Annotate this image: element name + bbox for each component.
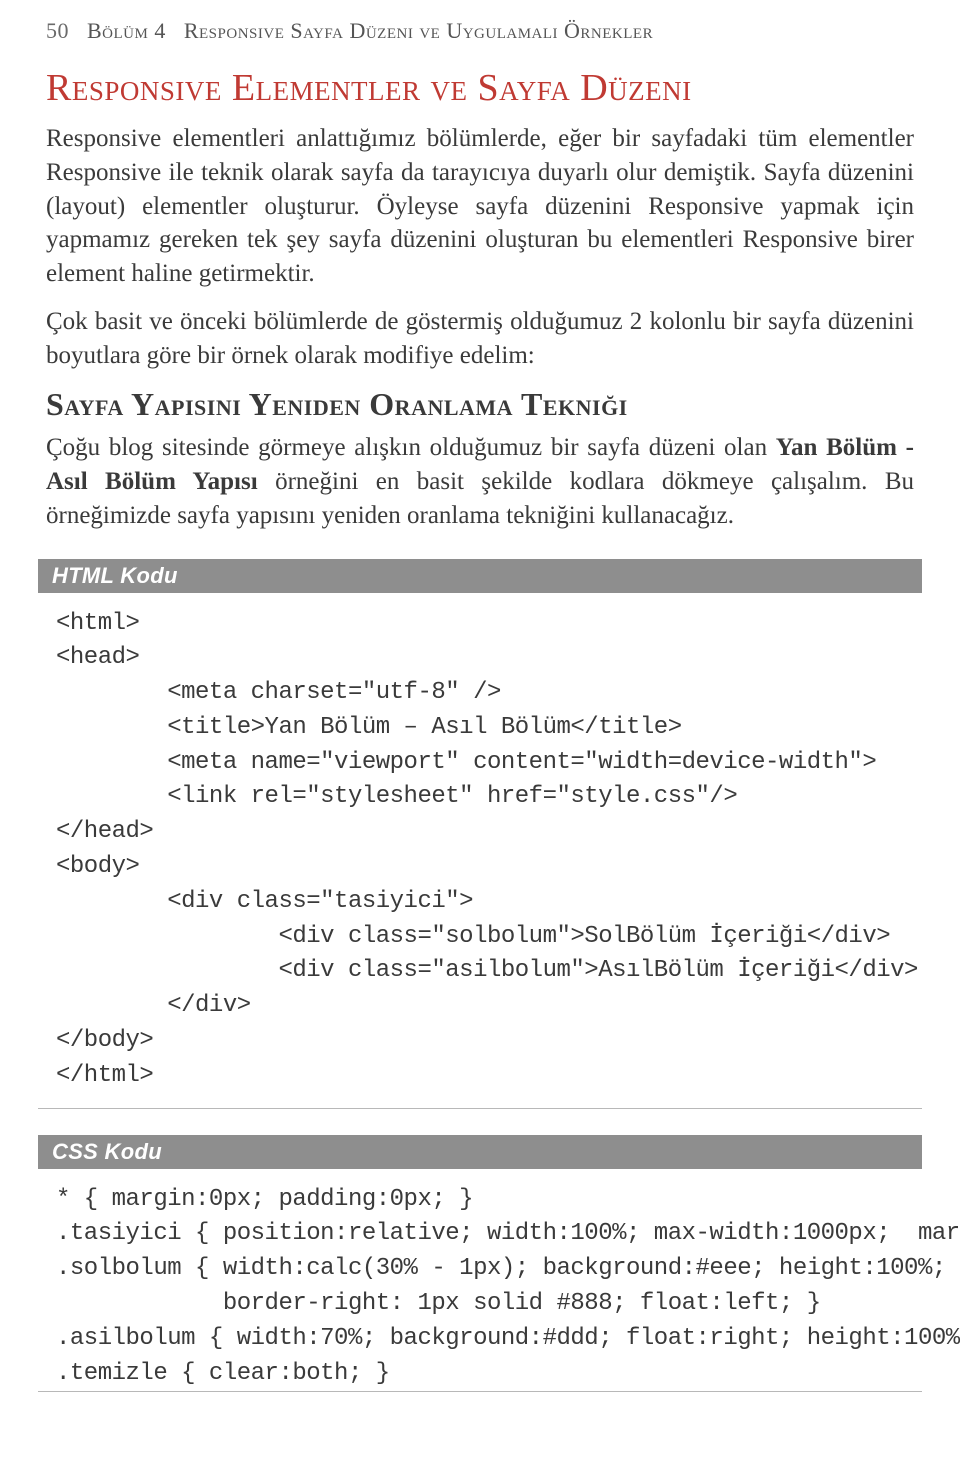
page: 50 Bölüm 4 Responsive Sayfa Düzeni ve Uy… bbox=[0, 0, 960, 1412]
body-text: Çoğu blog sitesinde görmeye alışkın oldu… bbox=[46, 434, 776, 461]
chapter-title: Responsive Sayfa Düzeni ve Uygulamali Ör… bbox=[184, 18, 653, 44]
code-text: * { margin:0px; padding:0px; } .tasiyici… bbox=[56, 1183, 904, 1392]
body-paragraph: Çoğu blog sitesinde görmeye alışkın oldu… bbox=[46, 431, 914, 532]
body-paragraph: Çok basit ve önceki bölümlerde de göster… bbox=[46, 305, 914, 373]
page-number: 50 bbox=[46, 18, 69, 44]
css-code-block: CSS Kodu * { margin:0px; padding:0px; } … bbox=[38, 1135, 922, 1393]
running-header: 50 Bölüm 4 Responsive Sayfa Düzeni ve Uy… bbox=[46, 18, 914, 44]
code-text: <html> <head> <meta charset="utf-8" /> <… bbox=[56, 607, 904, 1094]
code-block-label: CSS Kodu bbox=[38, 1135, 922, 1169]
html-code-block: HTML Kodu <html> <head> <meta charset="u… bbox=[38, 559, 922, 1109]
chapter-number: Bölüm 4 bbox=[87, 18, 166, 44]
body-paragraph: Responsive elementleri anlattığımız bölü… bbox=[46, 122, 914, 291]
code-block-content: <html> <head> <meta charset="utf-8" /> <… bbox=[38, 593, 922, 1109]
subsection-heading: Sayfa Yapisini Yeniden Oranlama Tekniği bbox=[46, 386, 914, 423]
code-block-content: * { margin:0px; padding:0px; } .tasiyici… bbox=[38, 1169, 922, 1393]
code-block-label: HTML Kodu bbox=[38, 559, 922, 593]
section-heading: Responsive Elementler ve Sayfa Düzeni bbox=[46, 66, 914, 110]
